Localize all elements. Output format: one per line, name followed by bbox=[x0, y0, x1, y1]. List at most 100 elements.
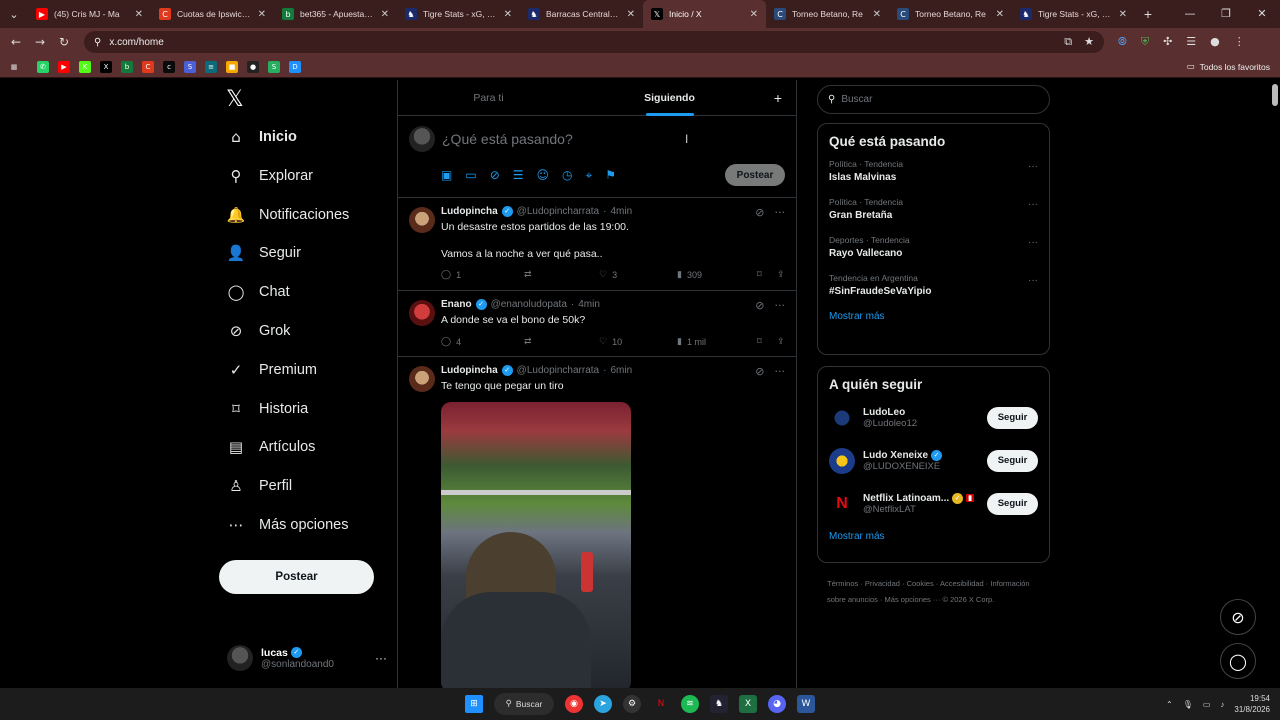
close-tab-icon[interactable]: ✕ bbox=[873, 9, 881, 20]
taskbar-search[interactable]: ⚲ Buscar bbox=[494, 693, 554, 715]
follow-name[interactable]: Netflix Latinoam... bbox=[863, 493, 949, 504]
add-tab-icon[interactable]: + bbox=[760, 90, 796, 106]
close-tab-icon[interactable]: ✕ bbox=[258, 9, 266, 20]
shield-icon[interactable]: ⛨ bbox=[1141, 35, 1149, 49]
reply-button[interactable]: ◯ 1 bbox=[441, 269, 524, 280]
avatar[interactable] bbox=[409, 300, 435, 326]
nav-item-grok[interactable]: ⊘ Grok bbox=[227, 322, 291, 340]
nav-item-seguir[interactable]: 👤 Seguir bbox=[227, 244, 301, 262]
extension-icon[interactable]: ⦾ bbox=[1118, 35, 1127, 49]
tweet[interactable]: Ludopincha ✓ @Ludopincharrata · 4min ⊘ ··… bbox=[398, 198, 796, 291]
restore-icon[interactable]: ❐ bbox=[1208, 0, 1244, 28]
grok-icon[interactable]: ⊘ bbox=[755, 206, 764, 219]
follow-suggestion[interactable]: N Netflix Latinoam... ✓ ▮ @NetflixLAT Segu… bbox=[829, 482, 1038, 525]
share-icon[interactable]: ⇪ bbox=[777, 269, 785, 280]
retweet-button[interactable]: ⇄ bbox=[524, 336, 599, 347]
gif-icon[interactable]: ▭ bbox=[465, 168, 476, 183]
tab-search-button[interactable]: ⌄ bbox=[0, 0, 28, 28]
netflix-icon[interactable]: N bbox=[652, 695, 670, 713]
follow-button[interactable]: Seguir bbox=[987, 449, 1038, 472]
grok-float-icon[interactable]: ⊘ bbox=[1220, 599, 1256, 635]
tab-para-ti[interactable]: Para ti bbox=[398, 80, 579, 116]
bookmark-icon[interactable]: C bbox=[142, 60, 154, 73]
location-icon[interactable]: ⌖ bbox=[586, 168, 593, 183]
tweet-handle[interactable]: @Ludopincharrata bbox=[517, 206, 599, 217]
volume-icon[interactable]: ♪ bbox=[1220, 700, 1224, 709]
windows-start-icon[interactable]: ⊞ bbox=[465, 695, 483, 713]
clock[interactable]: 19:54 31/8/2026 bbox=[1234, 693, 1270, 715]
scrollbar[interactable] bbox=[1272, 84, 1278, 106]
grok-icon[interactable]: ⊘ bbox=[755, 299, 764, 312]
follow-suggestion[interactable]: Ludo Xeneixe ✓ @LUDOXENEIXE Seguir bbox=[829, 439, 1038, 482]
bookmark-icon[interactable]: S bbox=[184, 60, 196, 73]
close-tab-icon[interactable]: ✕ bbox=[135, 9, 143, 20]
app-icon[interactable]: ♞ bbox=[710, 695, 728, 713]
emoji-icon[interactable]: ☺ bbox=[537, 168, 550, 183]
flag-icon[interactable]: ⚑ bbox=[605, 168, 616, 183]
close-tab-icon[interactable]: ✕ bbox=[627, 9, 635, 20]
browser-tab[interactable]: C Torneo Betano, Re ✕ bbox=[889, 0, 1012, 28]
follow-name[interactable]: Ludo Xeneixe bbox=[863, 450, 928, 461]
more-icon[interactable]: ··· bbox=[1028, 199, 1038, 210]
avatar[interactable] bbox=[829, 447, 855, 474]
bookmark-icon[interactable]: D bbox=[289, 60, 301, 73]
close-tab-icon[interactable]: ✕ bbox=[996, 9, 1004, 20]
chevron-up-icon[interactable]: ⌃ bbox=[1166, 700, 1173, 709]
bookmark-icon[interactable]: b bbox=[121, 60, 133, 73]
more-icon[interactable]: ··· bbox=[375, 651, 387, 665]
excel-icon[interactable]: X bbox=[739, 695, 757, 713]
spotify-icon[interactable]: ≋ bbox=[681, 695, 699, 713]
close-tab-icon[interactable]: ✕ bbox=[381, 9, 389, 20]
share-icon[interactable]: ⇪ bbox=[777, 336, 785, 347]
avatar[interactable] bbox=[409, 366, 435, 392]
more-icon[interactable]: ··· bbox=[1028, 161, 1038, 172]
browser-tab[interactable]: b bet365 - Apuestas de ✕ bbox=[274, 0, 397, 28]
follow-name[interactable]: LudoLeo bbox=[863, 407, 905, 418]
browser-tab[interactable]: ♞ Tigre Stats - xG, Shot ✕ bbox=[397, 0, 520, 28]
reload-icon[interactable]: ↻ bbox=[52, 35, 76, 49]
views-button[interactable]: ▮ 1 mil bbox=[677, 336, 757, 347]
like-button[interactable]: ♡ 10 bbox=[599, 336, 677, 347]
trend-item[interactable]: Tendencia en Argentina #SinFraudeSeVaYip… bbox=[829, 273, 1038, 297]
steam-icon[interactable]: ⚙ bbox=[623, 695, 641, 713]
messages-float-icon[interactable]: ◯ bbox=[1220, 643, 1256, 679]
tweet-time[interactable]: 4min bbox=[578, 299, 600, 310]
tweet[interactable]: Enano ✓ @enanoludopata · 4min ⊘ ··· A don… bbox=[398, 291, 796, 357]
nav-item-artículos[interactable]: ▤ Artículos bbox=[227, 438, 316, 456]
trend-item[interactable]: Política · Tendencia Islas Malvinas ··· bbox=[829, 159, 1038, 183]
reply-button[interactable]: ◯ 4 bbox=[441, 336, 524, 347]
bookmark-icon[interactable]: ⌑ bbox=[757, 336, 777, 347]
like-button[interactable]: ♡ 3 bbox=[599, 269, 677, 280]
bookmark-icon[interactable]: ▶ bbox=[58, 60, 70, 73]
bookmark-icon[interactable]: S bbox=[268, 60, 280, 73]
retweet-button[interactable]: ⇄ bbox=[524, 269, 599, 280]
nav-item-perfil[interactable]: ♙ Perfil bbox=[227, 477, 292, 495]
views-button[interactable]: ▮ 309 bbox=[677, 269, 757, 280]
browser-tab[interactable]: C Torneo Betano, Re ✕ bbox=[766, 0, 889, 28]
tweet[interactable]: Ludopincha ✓ @Ludopincharrata · 6min ⊘ ··… bbox=[398, 357, 796, 688]
footer-links[interactable]: Términos · Privacidad · Cookies · Accesi… bbox=[817, 576, 1050, 608]
display-icon[interactable]: ▭ bbox=[1203, 700, 1211, 709]
install-icon[interactable]: ⧉ bbox=[1064, 35, 1072, 49]
tweet-author[interactable]: Enano bbox=[441, 299, 472, 310]
bookmark-icon[interactable]: ⌑ bbox=[757, 269, 777, 280]
compose-input[interactable]: ¿Qué está pasando? bbox=[442, 131, 573, 147]
bookmark-icon[interactable]: ≡ bbox=[205, 60, 217, 73]
avatar[interactable] bbox=[829, 404, 855, 431]
avatar[interactable] bbox=[409, 207, 435, 233]
bookmark-icon[interactable]: ■ bbox=[226, 60, 238, 73]
nav-item-notificaciones[interactable]: 🔔 Notificaciones bbox=[227, 206, 350, 224]
show-more-link[interactable]: Mostrar más bbox=[829, 311, 1038, 322]
nav-item-chat[interactable]: ◯ Chat bbox=[227, 283, 290, 301]
schedule-icon[interactable]: ◷ bbox=[562, 168, 572, 183]
browser-tab[interactable]: ▶ (45) Cris MJ - Ma ✕ bbox=[28, 0, 151, 28]
follow-suggestion[interactable]: LudoLeo @Ludoleo12 Seguir bbox=[829, 396, 1038, 439]
puzzle-icon[interactable]: ✣ bbox=[1163, 35, 1172, 49]
new-tab-button[interactable]: + bbox=[1135, 6, 1161, 22]
close-tab-icon[interactable]: ✕ bbox=[1119, 9, 1127, 20]
nav-item-más-opciones[interactable]: ⋯ Más opciones bbox=[227, 516, 349, 534]
search-input[interactable]: ⚲ Buscar bbox=[817, 85, 1050, 114]
nav-item-premium[interactable]: ✓ Premium bbox=[227, 361, 317, 379]
word-icon[interactable]: W bbox=[797, 695, 815, 713]
apps-icon[interactable]: ▦ bbox=[8, 61, 20, 73]
